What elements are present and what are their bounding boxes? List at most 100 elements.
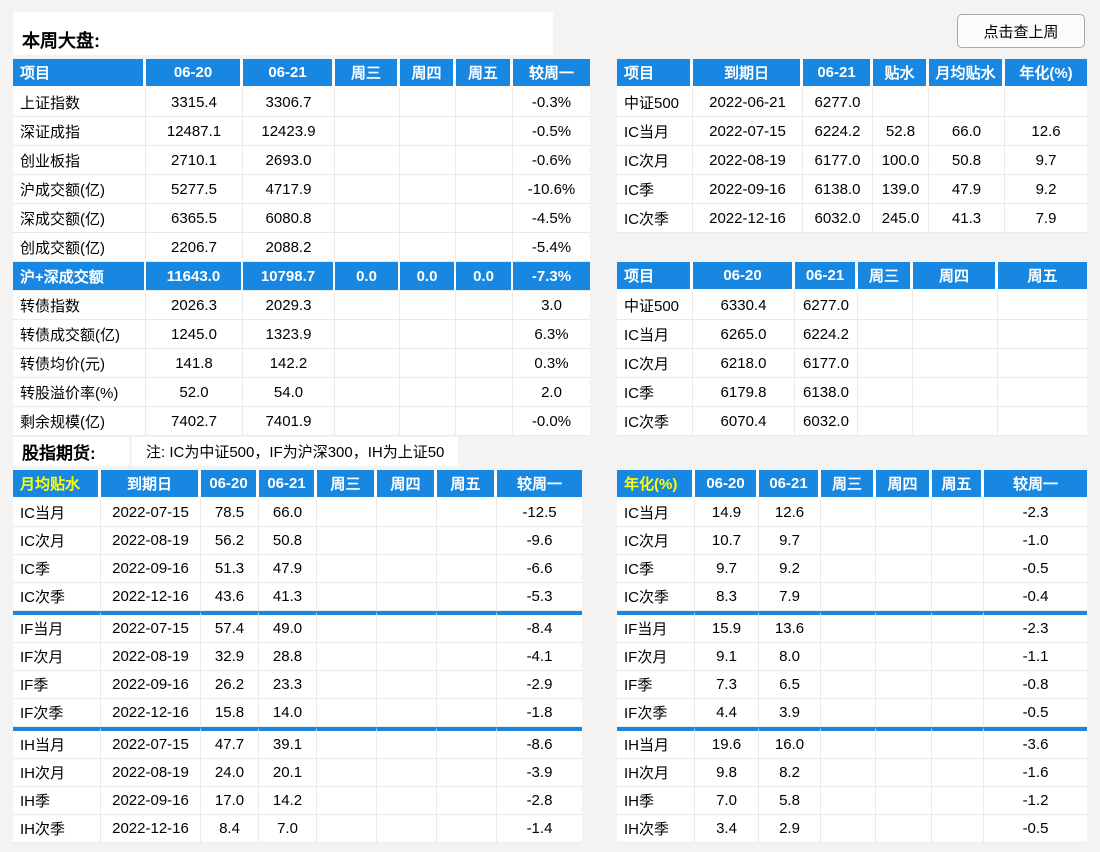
cell-value: 6080.8: [243, 204, 335, 233]
row-label: IH次季: [617, 815, 695, 843]
cell-value: [335, 233, 400, 262]
cell-value: [821, 499, 876, 527]
futures-section-title: 股指期货:: [13, 437, 129, 466]
cell-value: [456, 146, 513, 175]
cell-value: [437, 815, 497, 843]
cell-value: 6330.4: [693, 291, 795, 320]
row-label: 中证500: [617, 291, 693, 320]
table-row: 转债指数 2026.3 2029.3 3.0: [13, 291, 590, 320]
cell-value: 4.4: [695, 699, 759, 727]
cell-value: [998, 378, 1087, 407]
cell-value: 15.8: [201, 699, 259, 727]
cell-value: [317, 759, 377, 787]
cell-value: -0.0%: [513, 407, 590, 436]
cell-value: [456, 88, 513, 117]
cell-value: -6.6: [497, 555, 582, 583]
cell-value: [876, 699, 932, 727]
column-header: 周三: [317, 470, 377, 499]
row-label: IH季: [13, 787, 101, 815]
cell-value: [377, 583, 437, 611]
cell-value: [317, 815, 377, 843]
cell-value: -12.5: [497, 499, 582, 527]
cell-value: 50.8: [929, 146, 1005, 175]
table-row: 沪成交额(亿) 5277.5 4717.9 -10.6%: [13, 175, 590, 204]
table-row: 创成交额(亿) 2206.7 2088.2 -5.4%: [13, 233, 590, 262]
cell-value: [437, 787, 497, 815]
row-label: IC次月: [617, 527, 695, 555]
cell-value: 2206.7: [146, 233, 243, 262]
cell-value: -0.6%: [513, 146, 590, 175]
cell-value: [317, 583, 377, 611]
cell-value: 7.9: [759, 583, 821, 611]
cell-value: [932, 499, 984, 527]
cell-value: 2022-09-16: [101, 787, 201, 815]
cell-value: 26.2: [201, 671, 259, 699]
cell-value: 43.6: [201, 583, 259, 611]
cell-value: [400, 204, 456, 233]
row-label: IC次季: [617, 204, 693, 233]
cell-value: 14.9: [695, 499, 759, 527]
column-header: 贴水: [873, 59, 929, 88]
cell-value: [437, 643, 497, 671]
cell-value: 20.1: [259, 759, 317, 787]
cell-value: [400, 320, 456, 349]
row-label: 转债均价(元): [13, 349, 146, 378]
cell-value: [437, 527, 497, 555]
row-label: IC次季: [617, 583, 695, 611]
cell-value: [456, 291, 513, 320]
cell-value: -10.6%: [513, 175, 590, 204]
cell-value: 12.6: [1005, 117, 1087, 146]
row-label: IH季: [617, 787, 695, 815]
cell-value: 6224.2: [803, 117, 873, 146]
column-header: 周五: [437, 470, 497, 499]
page-title: 本周大盘:: [13, 12, 553, 55]
column-header: 周三: [858, 262, 913, 291]
cell-value: [858, 349, 913, 378]
futures-note: 注: IC为中证500，IF为沪深300，IH为上证50: [132, 437, 459, 466]
table-row: 沪+深成交额 11643.0 10798.7 0.0 0.0 0.0 -7.3%: [13, 262, 590, 291]
cell-value: [876, 671, 932, 699]
cell-value: 19.6: [695, 727, 759, 759]
cell-value: [998, 320, 1087, 349]
row-label: 深成交额(亿): [13, 204, 146, 233]
row-label: 深证成指: [13, 117, 146, 146]
cell-value: 32.9: [201, 643, 259, 671]
column-header: 06-21: [259, 470, 317, 499]
table-row: IF次月 2022-08-19 32.9 28.8 -4.1: [13, 643, 582, 671]
table-row: 创业板指 2710.1 2693.0 -0.6%: [13, 146, 590, 175]
column-header: 06-20: [695, 470, 759, 499]
row-label: IC季: [617, 378, 693, 407]
cell-value: [876, 499, 932, 527]
row-label: IC当月: [617, 320, 693, 349]
cell-value: 142.2: [243, 349, 335, 378]
cell-value: [335, 88, 400, 117]
cell-value: [335, 175, 400, 204]
table-row: IC当月 2022-07-15 6224.2 52.8 66.0 12.6: [617, 117, 1087, 146]
row-label: 创成交额(亿): [13, 233, 146, 262]
cell-value: [400, 291, 456, 320]
cell-value: [932, 671, 984, 699]
cell-value: [913, 378, 998, 407]
cell-value: [858, 407, 913, 436]
column-header: 周四: [913, 262, 998, 291]
column-header: 到期日: [693, 59, 803, 88]
cell-value: [821, 527, 876, 555]
cell-value: [335, 320, 400, 349]
cell-value: [377, 727, 437, 759]
cell-value: 4717.9: [243, 175, 335, 204]
cell-value: [873, 88, 929, 117]
row-label: 上证指数: [13, 88, 146, 117]
cell-value: 9.7: [695, 555, 759, 583]
table-row: 转债均价(元) 141.8 142.2 0.3%: [13, 349, 590, 378]
cell-value: 47.9: [259, 555, 317, 583]
ic-prices-table: 项目 06-20 06-21 周三 周四 周五 中证500 6330.4 6277.0 IC当月 6…: [617, 262, 1087, 436]
view-last-week-button[interactable]: 点击查上周: [957, 14, 1085, 48]
cell-value: 9.2: [759, 555, 821, 583]
cell-value: [437, 611, 497, 643]
cell-value: [400, 175, 456, 204]
cell-value: 3306.7: [243, 88, 335, 117]
cell-value: 9.8: [695, 759, 759, 787]
cell-value: [437, 759, 497, 787]
cell-value: 0.3%: [513, 349, 590, 378]
row-label: IF次季: [13, 699, 101, 727]
